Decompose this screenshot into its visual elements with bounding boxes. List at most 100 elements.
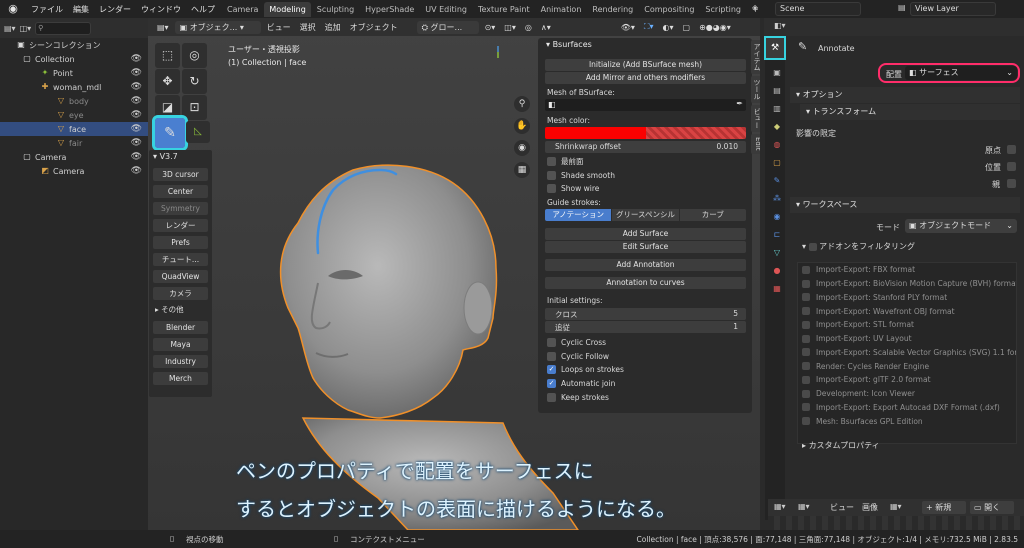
addon-checkbox[interactable]	[802, 293, 810, 302]
addon-row[interactable]: Import-Export: Export Autocad DXF Format…	[798, 401, 1016, 415]
follow-field[interactable]: 追従 1	[545, 321, 746, 333]
annotate-tool-icon[interactable]: ✎	[152, 115, 188, 151]
addon-row[interactable]: Import-Export: Wavefront OBJ format	[798, 304, 1016, 318]
gizmo-icon[interactable]: ⛶▾	[641, 22, 657, 32]
addon-checkbox[interactable]	[802, 403, 810, 412]
workspace-tab[interactable]: Rendering	[587, 2, 638, 17]
scale-tool-icon[interactable]: ◪	[155, 95, 180, 120]
addon-row[interactable]: Import-Export: glTF 2.0 format	[798, 373, 1016, 387]
eye-icon[interactable]: 👁	[131, 166, 142, 176]
view-layer-tab-icon[interactable]: ▥	[770, 102, 784, 116]
workspace-tab[interactable]: Sculpting	[312, 2, 359, 17]
menu-item[interactable]: 編集	[68, 5, 94, 14]
v37-button[interactable]: Center	[153, 185, 208, 198]
workspace-tab[interactable]: Compositing	[639, 2, 699, 17]
addon-row[interactable]: Import-Export: UV Layout	[798, 332, 1016, 346]
options-section[interactable]: ▾ オプション	[790, 87, 1020, 103]
zoom-icon[interactable]: ⚲	[514, 96, 530, 112]
pivot-icon[interactable]: ⊙▾	[482, 23, 499, 32]
addon-row[interactable]: Mesh: Bsurfaces GPL Edition	[798, 414, 1016, 428]
menu-item[interactable]: ヘルプ	[186, 5, 220, 14]
tool-settings-tab-icon[interactable]: ⚒	[764, 36, 786, 60]
pan-hand-icon[interactable]: ✋	[514, 118, 530, 134]
loops-on-strokes-checkbox[interactable]: ✓ Loops on strokes	[547, 364, 624, 375]
addon-checkbox[interactable]	[802, 348, 810, 357]
object-tab-icon[interactable]: ▢	[770, 156, 784, 170]
workspace-tab[interactable]: Animation	[536, 2, 587, 17]
physics-tab-icon[interactable]: ◉	[770, 210, 784, 224]
cursor-tool-icon[interactable]: ◎	[182, 43, 207, 68]
outliner-row[interactable]: ▽ body 👁	[0, 94, 148, 108]
bsurfaces-header[interactable]: ▾ Bsurfaces	[538, 38, 752, 52]
search-input[interactable]: ⚲	[35, 21, 92, 35]
shading-modes-icon[interactable]: ⊕●◕◉▾	[696, 23, 734, 32]
add-menu[interactable]: 追加	[322, 22, 344, 33]
addon-checkbox[interactable]	[802, 389, 810, 398]
addon-checkbox[interactable]	[802, 320, 810, 329]
add-mirror-button[interactable]: Add Mirror and others modifiers	[545, 72, 746, 84]
v37-button[interactable]: Merch	[153, 372, 208, 385]
front-checkbox[interactable]: 最前面	[547, 156, 584, 167]
workspace-tab[interactable]: Texture Paint	[473, 2, 535, 17]
rotate-tool-icon[interactable]: ↻	[182, 69, 207, 94]
view-layer-selector[interactable]: View Layer	[910, 2, 996, 16]
texture-tab-icon[interactable]: ▦	[770, 282, 784, 296]
eye-icon[interactable]: 👁	[131, 96, 142, 106]
proportional-edit-icon[interactable]: ◎	[522, 23, 535, 32]
new-image-button[interactable]: + 新規	[922, 501, 966, 514]
mode-dropdown[interactable]: ▣ オブジェク... ▾	[174, 20, 261, 34]
v37-button[interactable]: チュート...	[153, 253, 208, 266]
workspace-section[interactable]: ▾ ワークスペース	[790, 197, 1020, 213]
snap-icon[interactable]: ◫▾	[501, 23, 519, 32]
transform-section[interactable]: ▾ トランスフォーム	[800, 104, 1020, 120]
add-surface-button[interactable]: Add Surface	[545, 228, 746, 240]
display-mode-icon[interactable]: ◫▾	[20, 24, 32, 33]
placement-dropdown[interactable]: ◧ サーフェス ⌄	[905, 66, 1017, 80]
v37-button[interactable]: Symmetry	[153, 202, 208, 215]
menu-item[interactable]: ファイル	[26, 5, 68, 14]
image-editor-canvas[interactable]	[768, 516, 1024, 530]
image-browse-icon[interactable]: ▦▾	[890, 502, 902, 511]
annotation-to-curves-button[interactable]: Annotation to curves	[545, 277, 746, 289]
outliner-row[interactable]: ▽ eye 👁	[0, 108, 148, 122]
v37-button[interactable]: レンダー	[153, 219, 208, 232]
outliner-row[interactable]: ▽ face 👁	[0, 122, 148, 136]
falloff-icon[interactable]: ∧▾	[538, 23, 554, 32]
menu-item[interactable]: ウィンドウ	[136, 5, 186, 14]
view-menu[interactable]: ビュー	[264, 22, 294, 33]
show-wire-checkbox[interactable]: Show wire	[547, 183, 599, 194]
cyclic-cross-checkbox[interactable]: Cyclic Cross	[547, 337, 606, 348]
modifier-tab-icon[interactable]: ✎	[770, 174, 784, 188]
image-menu[interactable]: 画像	[862, 502, 878, 513]
eye-icon[interactable]: 👁	[131, 138, 142, 148]
scene-selector[interactable]: Scene	[775, 2, 861, 16]
transform-orientation-dropdown[interactable]: ⛭ グロー...	[416, 20, 479, 34]
outliner-row[interactable]: ✦ Point 👁	[0, 66, 148, 80]
camera-view-icon[interactable]: ◉	[514, 140, 530, 156]
editor-type-icon[interactable]: ◧▾	[774, 21, 786, 30]
move-tool-icon[interactable]: ✥	[155, 69, 180, 94]
workspace-tab[interactable]: Camera	[222, 2, 263, 17]
filter-addons-toggle[interactable]: ▾ アドオンをフィルタリング	[802, 241, 915, 252]
addon-checkbox[interactable]	[802, 307, 810, 316]
mode-icon[interactable]: ▦▾	[798, 502, 810, 511]
select-box-tool-icon[interactable]: ⬚	[155, 43, 180, 68]
measure-tool-icon[interactable]: ◺	[186, 121, 210, 143]
guide-annotation-option[interactable]: アノテーション	[545, 209, 612, 221]
material-tab-icon[interactable]: ●	[770, 264, 784, 278]
mesh-color-swatch[interactable]	[545, 127, 746, 139]
v37-button[interactable]: カメラ	[153, 287, 208, 300]
affect-location-checkbox[interactable]	[1007, 162, 1016, 171]
eyedropper-icon[interactable]: ✒	[736, 99, 743, 108]
add-annotation-button[interactable]: Add Annotation	[545, 259, 746, 271]
editor-type-icon[interactable]: ▤▾	[154, 23, 172, 32]
editor-type-icon[interactable]: ▤▾	[4, 24, 16, 33]
editor-type-icon[interactable]: ▦▾	[774, 502, 786, 511]
initialize-button[interactable]: Initialize (Add BSurface mesh)	[545, 59, 746, 71]
outliner-row[interactable]: ▽ fair 👁	[0, 136, 148, 150]
mode-dropdown[interactable]: ▣ オブジェクトモード ⌄	[905, 219, 1017, 233]
eye-icon[interactable]: 👁	[131, 124, 142, 134]
select-menu[interactable]: 選択	[297, 22, 319, 33]
outliner-scene-collection[interactable]: ▣ シーンコレクション	[0, 38, 148, 52]
addon-checkbox[interactable]	[802, 265, 810, 274]
